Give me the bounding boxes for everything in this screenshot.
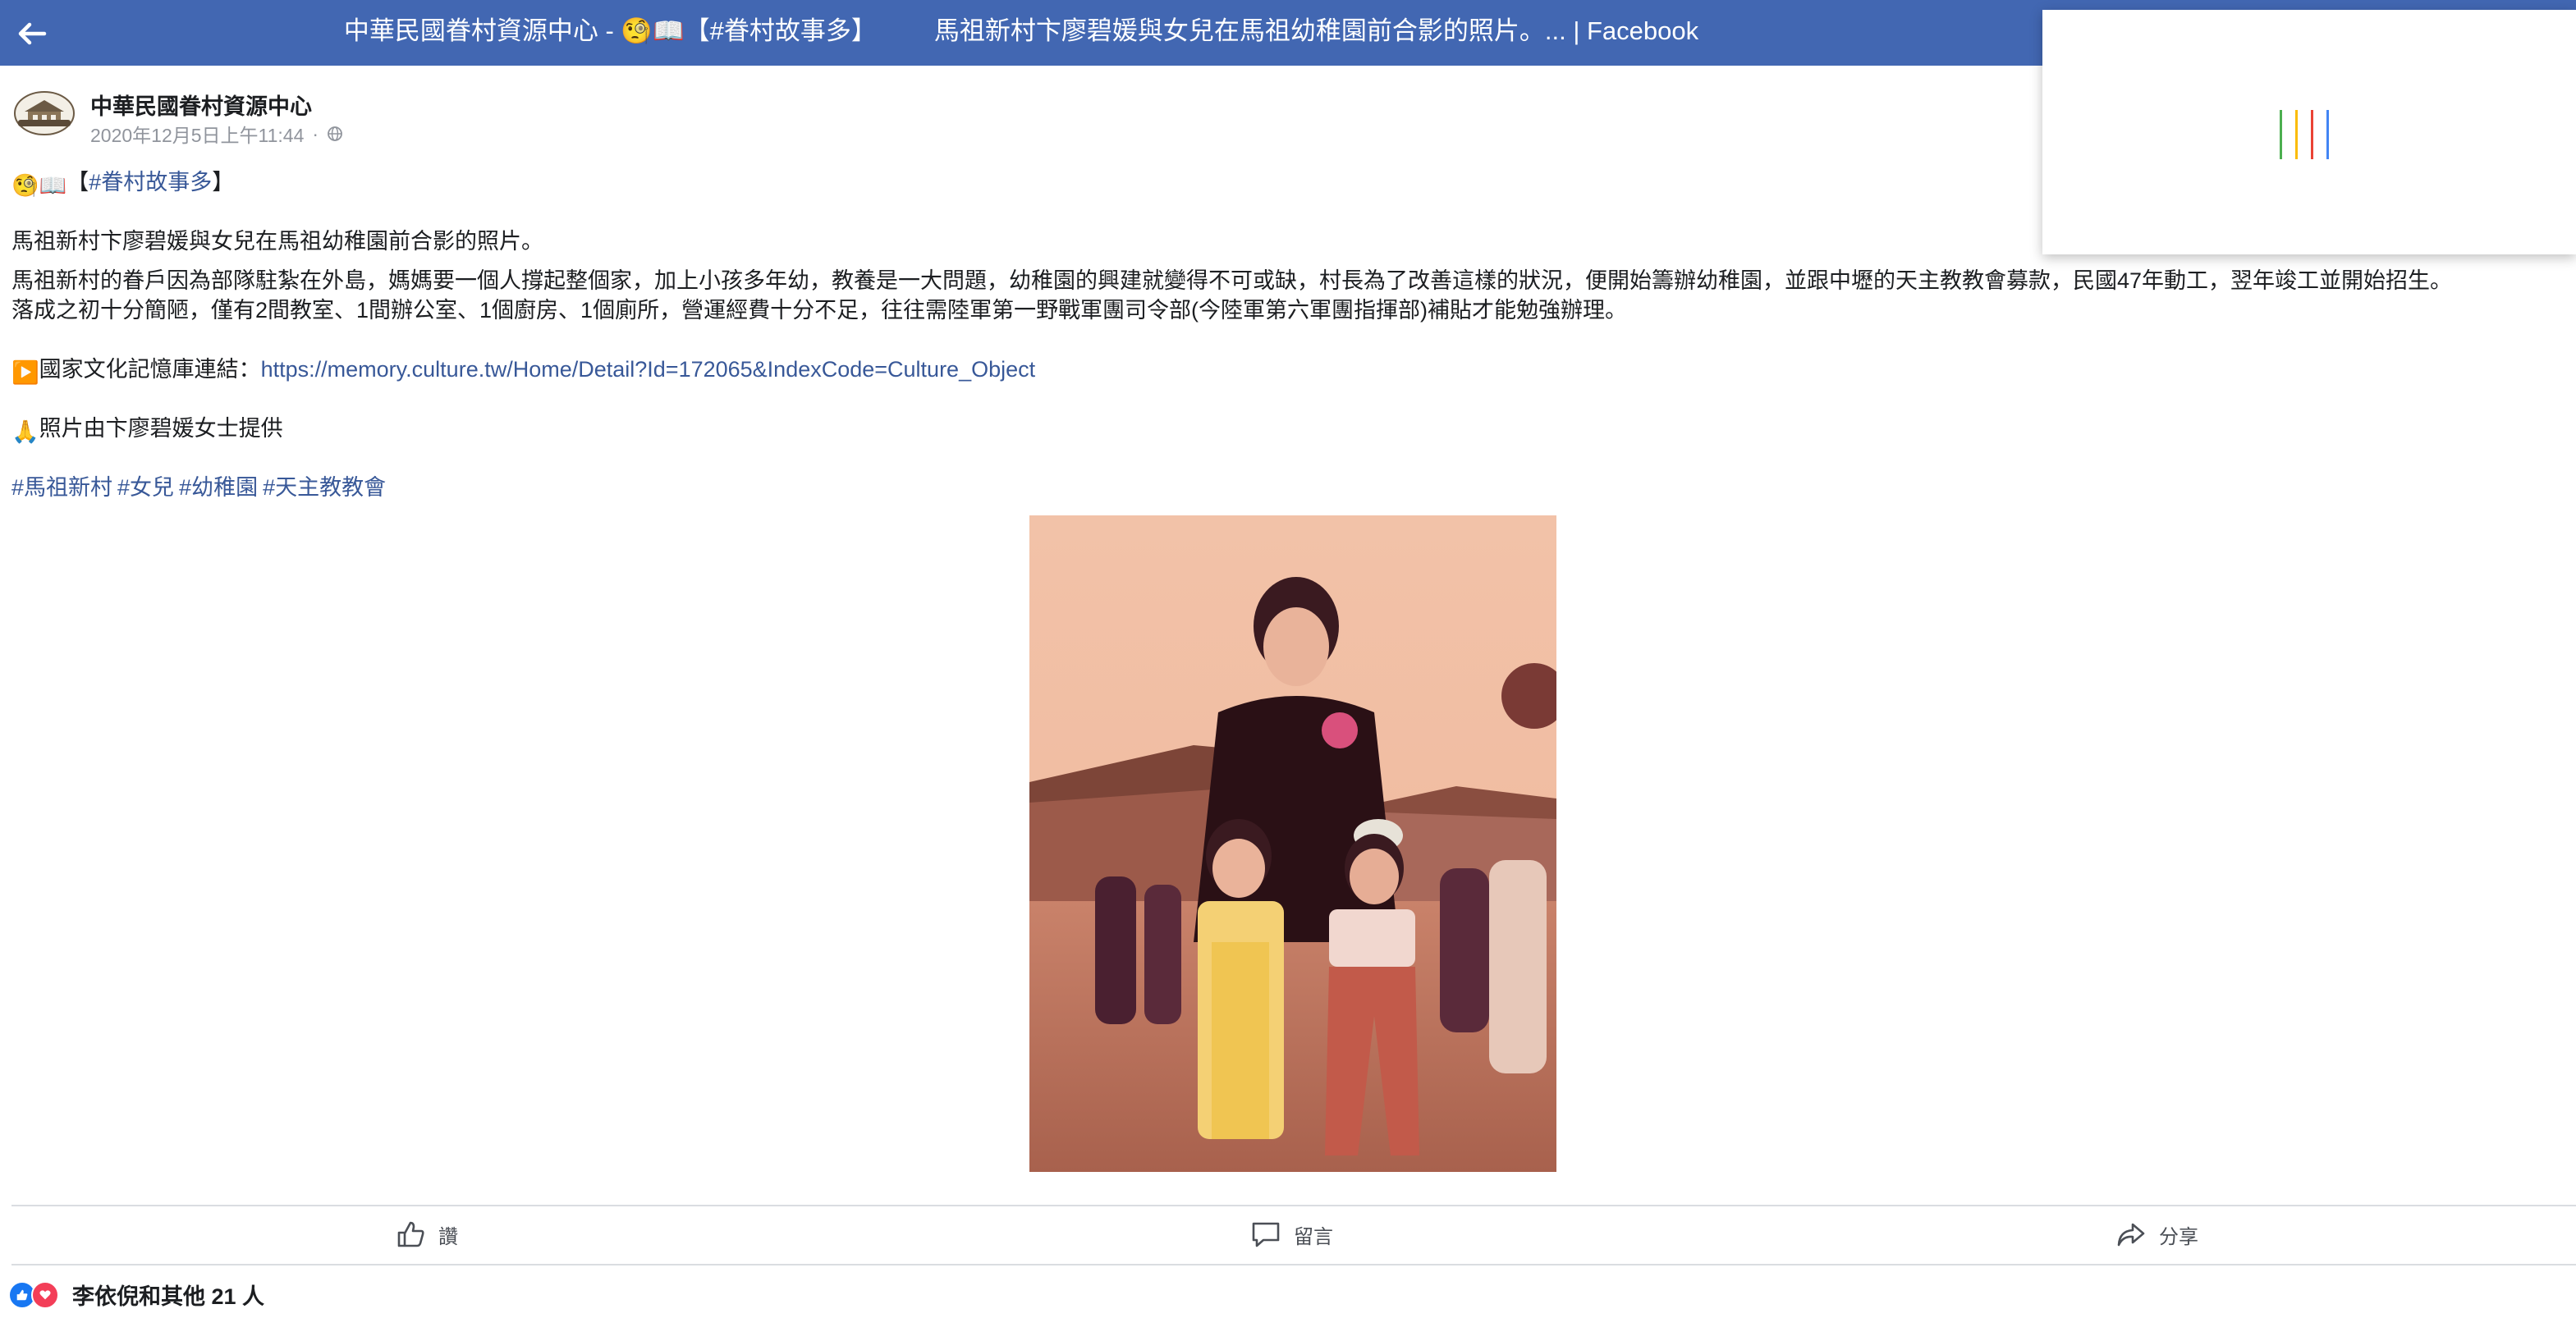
- play-icon: ▶️: [11, 360, 39, 385]
- external-link[interactable]: https://memory.culture.tw/Home/Detail?Id…: [261, 357, 1036, 382]
- comment-icon: [1252, 1222, 1280, 1247]
- divider-top: [11, 1205, 2576, 1206]
- timestamp[interactable]: 2020年12月5日上午11:44: [90, 120, 304, 148]
- link-label: 國家文化記憶庫連結：: [39, 357, 261, 382]
- share-icon: [2117, 1223, 2145, 1247]
- like-label: 讚: [438, 1225, 458, 1248]
- share-label: 分享: [2159, 1225, 2198, 1248]
- post-meta: 2020年12月5日上午11:44 ·: [90, 120, 343, 148]
- intro-line: 🧐📖【#眷村故事多】: [11, 167, 234, 200]
- intro-bracket-close: 】: [212, 170, 235, 194]
- like-button[interactable]: 讚: [394, 1213, 458, 1256]
- loading-panel: [2042, 10, 2576, 254]
- post-photo[interactable]: [1029, 515, 1556, 1172]
- hashtag-list: #馬祖新村 #女兒 #幼稚園 #天主教教會: [11, 473, 391, 502]
- hashtag-link[interactable]: #眷村故事多: [89, 170, 212, 194]
- title-right: 馬祖新村卞廖碧媛與女兒在馬祖幼稚園前合影的照片。... | Facebook: [933, 16, 1699, 45]
- hashtag-link[interactable]: #幼稚園: [179, 475, 258, 500]
- comment-label: 留言: [1294, 1225, 1333, 1248]
- post-paragraph-2: 落成之初十分簡陋，僅有2間教室、1間辦公室、1個廚房、1個廁所，營運經費十分不足…: [11, 298, 1628, 323]
- intro-bracket-open: 【: [66, 170, 89, 194]
- reaction-count-text: 李依倪和其他 21 人: [72, 1284, 265, 1309]
- thumbs-up-icon: [397, 1221, 424, 1247]
- credit-line: 🙏照片由卞廖碧媛女士提供: [11, 414, 283, 446]
- photo-credit: 照片由卞廖碧媛女士提供: [39, 416, 283, 441]
- post-headline: 馬祖新村卞廖碧媛與女兒在馬祖幼稚園前合影的照片。: [11, 229, 543, 254]
- share-button[interactable]: 分享: [2115, 1213, 2198, 1256]
- post-paragraph-1: 馬祖新村的眷戶因為部隊駐紮在外島，媽媽要一個人撐起整個家，加上小孩多年幼，教養是…: [11, 268, 2453, 293]
- hashtag-link[interactable]: #天主教教會: [263, 475, 386, 500]
- title-tag: 【#眷村故事多】: [684, 16, 877, 45]
- avatar[interactable]: [11, 90, 77, 136]
- loading-bar-1: [2280, 110, 2282, 159]
- loading-bar-3: [2311, 110, 2313, 159]
- hashtag-link[interactable]: #馬祖新村: [11, 475, 112, 500]
- globe-icon: [328, 126, 342, 141]
- comment-button[interactable]: 留言: [1249, 1213, 1333, 1256]
- title-emoji: 🧐📖: [621, 16, 685, 46]
- meta-separator: ·: [312, 122, 319, 144]
- divider-bottom: [11, 1264, 2576, 1265]
- loading-bar-4: [2326, 110, 2329, 159]
- intro-emoji: 🧐📖: [11, 173, 67, 198]
- reaction-summary[interactable]: 李依倪和其他 21 人: [8, 1279, 264, 1311]
- pray-icon: 🙏: [11, 419, 39, 444]
- title-left: 中華民國眷村資源中心 -: [343, 16, 621, 45]
- hashtag-link[interactable]: #女兒: [117, 475, 174, 500]
- love-reaction-icon: [31, 1280, 59, 1309]
- link-line: ▶️國家文化記憶庫連結：https://memory.culture.tw/Ho…: [11, 355, 1035, 387]
- loading-bar-2: [2295, 110, 2298, 159]
- page-title: 中華民國眷村資源中心 - 🧐📖【#眷村故事多】 馬祖新村卞廖碧媛與女兒在馬祖幼稚園…: [0, 0, 2042, 66]
- page-name[interactable]: 中華民國眷村資源中心: [90, 89, 312, 121]
